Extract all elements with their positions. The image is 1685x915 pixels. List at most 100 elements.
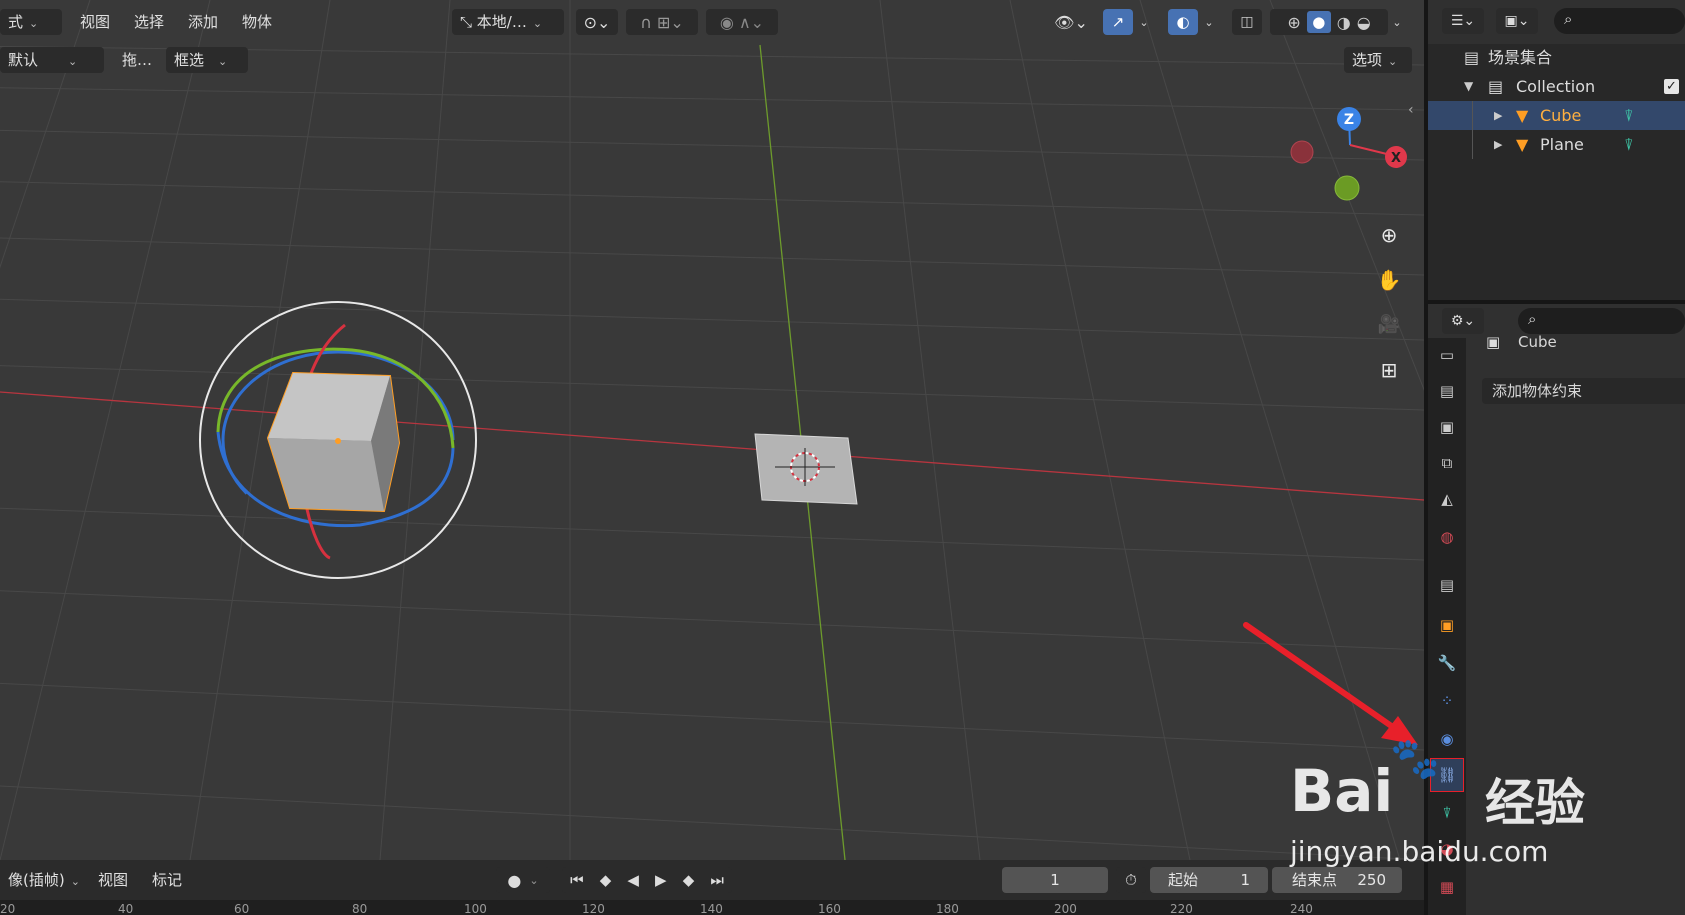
preview-range-button[interactable]: ⏱ [1116,867,1146,893]
shading-mode-group[interactable]: ⊕ ● ◑ ◒ [1270,9,1388,35]
tab-scene[interactable]: ◭ [1430,482,1464,516]
properties-icon: ⚙⌄ [1450,313,1476,329]
xray-toggle-button[interactable]: ◫ [1232,9,1262,35]
particles-icon: ⁘ [1440,692,1454,710]
overlays-dropdown[interactable]: ⌄ [1200,9,1218,35]
tab-view-layer[interactable]: ⧉ [1430,446,1464,480]
select-box-dropdown[interactable]: 框选 ⌄ [166,47,248,73]
ruler-tick: 140 [700,902,723,915]
world-icon: ◍ [1440,528,1454,546]
expand-arrow-icon[interactable]: ▶ [1494,101,1502,130]
tab-collection[interactable]: ▤ [1430,568,1464,602]
auto-keying-button[interactable]: ● ⌄ [496,867,550,893]
sidebar-toggle-icon[interactable]: ‹ [1408,102,1414,118]
editor-type-button[interactable]: ☰⌄ [1442,8,1484,34]
gizmo-dropdown[interactable]: ⌄ [1135,9,1153,35]
outliner-item-cube[interactable]: ▶ ▼ Cube ⍒ [1428,101,1685,130]
jump-start-icon[interactable]: ⏮ [570,871,584,889]
add-object-constraint-button[interactable]: 添加物体约束 [1482,378,1685,404]
proportional-editing-button[interactable]: ◉ ∧⌄ [706,9,778,35]
shading-dropdown[interactable]: ⌄ [1388,9,1406,35]
gizmo-icon: ↗ [1111,13,1125,31]
timeline-view-menu[interactable]: 视图 [90,867,136,893]
zoom-button[interactable]: ⊕ [1372,218,1406,252]
pan-button[interactable]: ✋ [1372,263,1406,297]
options-dropdown[interactable]: 选项 ⌄ [1344,47,1412,73]
tab-material[interactable]: ◕ [1430,832,1464,866]
tab-physics[interactable]: ◉ [1430,722,1464,756]
outliner[interactable]: ☰⌄ ▣⌄ ⌕ ▤ 场景集合 ▼ ▤ Collection ✓ ▶ ▼ Cube… [1428,0,1685,300]
mode-label: 式 [8,13,24,31]
tab-world[interactable]: ◍ [1430,520,1464,554]
ruler-tick: 160 [818,902,841,915]
solid-shading-icon[interactable]: ● [1306,11,1331,33]
expand-arrow-icon[interactable]: ▶ [1494,130,1502,159]
tab-texture[interactable]: ▦ [1430,870,1464,904]
rendered-shading-icon[interactable]: ◒ [1357,13,1371,32]
display-mode-button[interactable]: ▣⌄ [1496,8,1538,34]
tab-modifiers[interactable]: 🔧 [1430,646,1464,680]
play-icon[interactable]: ▶ [655,871,667,889]
tab-object-constraints[interactable]: ⛓ [1430,758,1464,792]
record-icon: ● [507,870,522,890]
mesh-object-icon: ▼ [1516,106,1529,125]
gizmo-toggle-button[interactable]: ↗ [1103,9,1133,35]
frame-ruler[interactable]: 20 40 60 80 100 120 140 160 180 200 220 … [0,900,1424,915]
ruler-tick: 200 [1054,902,1077,915]
ruler-tick: 80 [352,902,368,915]
timeline-marker-menu[interactable]: 标记 [144,867,190,893]
perspective-toggle-button[interactable]: ⊞ [1372,353,1406,387]
properties-editor[interactable]: ⚙⌄ ⌕ ▭ ▤ ▣ ⧉ ◭ ◍ ▤ ▣ 🔧 ⁘ ◉ ⛓ ⍒ ◕ ▦ ▣ Cub… [1428,304,1685,915]
end-frame-field[interactable]: 结束点 250 [1272,867,1402,893]
pivot-point-button[interactable]: ⊙⌄ [576,9,618,35]
camera-view-button[interactable]: 🎥 [1372,307,1406,341]
properties-editor-type-button[interactable]: ⚙⌄ [1442,308,1484,334]
chevron-down-icon: ⌄ [218,55,228,68]
menu-view[interactable]: 视图 [72,9,118,35]
default-label: 默认 [8,51,39,69]
chevron-down-icon: ⌄ [529,873,539,887]
outliner-item-plane[interactable]: ▶ ▼ Plane ⍒ [1428,130,1685,159]
visibility-button[interactable]: 👁⌄ [1050,9,1092,35]
pivot-icon: ⊙⌄ [583,12,611,32]
expand-arrow-icon[interactable]: ▼ [1464,72,1473,101]
menu-add[interactable]: 添加 [180,9,226,35]
start-frame-field[interactable]: 起始 1 [1150,867,1268,893]
tab-object-data[interactable]: ⍒ [1430,796,1464,830]
current-frame-field[interactable]: 1 [1002,867,1108,893]
outliner-item-collection[interactable]: ▼ ▤ Collection ✓ [1428,72,1685,101]
tab-output[interactable]: ▣ [1430,410,1464,444]
material-shading-icon[interactable]: ◑ [1337,13,1351,32]
ruler-tick: 220 [1170,902,1193,915]
menu-select[interactable]: 选择 [126,9,172,35]
ruler-tick: 100 [464,902,487,915]
snapping-button[interactable]: ∩ ⊞⌄ [626,9,698,35]
transform-orientation-dropdown[interactable]: ⤡ 本地/… ⌄ [452,9,564,35]
exclude-checkbox[interactable]: ✓ [1664,79,1679,94]
tab-particles[interactable]: ⁘ [1430,684,1464,718]
ruler-tick: 120 [582,902,605,915]
tool-icon: ▭ [1439,346,1455,364]
tab-object[interactable]: ▣ [1430,608,1464,642]
object-context-row: ▣ Cube [1486,328,1557,356]
outliner-search-input[interactable]: ⌕ [1554,8,1685,34]
3d-viewport[interactable]: Z X 式 ⌄ 视图 选择 添加 物体 ⤡ 本地/… ⌄ ⊙⌄ ∩ ⊞⌄ ◉ ∧⌄ … [0,0,1424,860]
next-keyframe-icon[interactable]: ◆ [683,871,695,889]
collection-icon: ▤ [1439,576,1455,594]
transform-pivot-default-dropdown[interactable]: 默认 ⌄ [0,47,104,73]
menu-object[interactable]: 物体 [234,9,280,35]
mode-dropdown[interactable]: 式 ⌄ [0,9,62,35]
overlays-toggle-button[interactable]: ◐ [1168,9,1198,35]
wireframe-shading-icon[interactable]: ⊕ [1287,13,1300,32]
jump-end-icon[interactable]: ⏭ [710,871,724,889]
tab-tool[interactable]: ▭ [1430,338,1464,372]
play-reverse-icon[interactable]: ◀ [627,871,639,889]
outliner-item-scene-collection[interactable]: ▤ 场景集合 [1428,43,1685,72]
tab-render[interactable]: ▤ [1430,374,1464,408]
cube-label: Cube [1540,106,1582,125]
prev-keyframe-icon[interactable]: ◆ [600,871,612,889]
viewport-scene[interactable]: Z X [0,0,1424,860]
material-icon: ◕ [1440,840,1454,858]
playback-dropdown[interactable]: 像(插帧) ⌄ [0,867,88,893]
timeline-editor[interactable]: 像(插帧) ⌄ 视图 标记 ● ⌄ ⏮ ◆ ◀ ▶ ◆ ⏭ 1 ⏱ 起始 1 结束点… [0,860,1424,915]
